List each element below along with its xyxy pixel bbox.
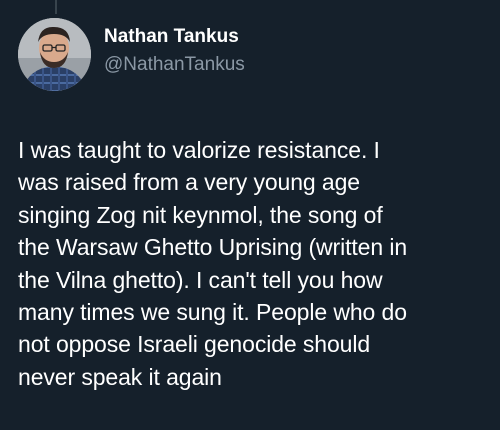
avatar-image	[18, 18, 91, 91]
tweet: Nathan Tankus @NathanTankus I was taught…	[18, 17, 482, 393]
thread-connector-line	[55, 0, 57, 14]
tweet-text: I was taught to valorize resistance. I w…	[18, 137, 408, 390]
author-display-name[interactable]: Nathan Tankus	[104, 25, 245, 49]
avatar[interactable]	[18, 18, 91, 91]
tweet-header: Nathan Tankus @NathanTankus	[18, 17, 482, 92]
author-names: Nathan Tankus @NathanTankus	[104, 25, 245, 77]
author-handle[interactable]: @NathanTankus	[104, 53, 245, 77]
